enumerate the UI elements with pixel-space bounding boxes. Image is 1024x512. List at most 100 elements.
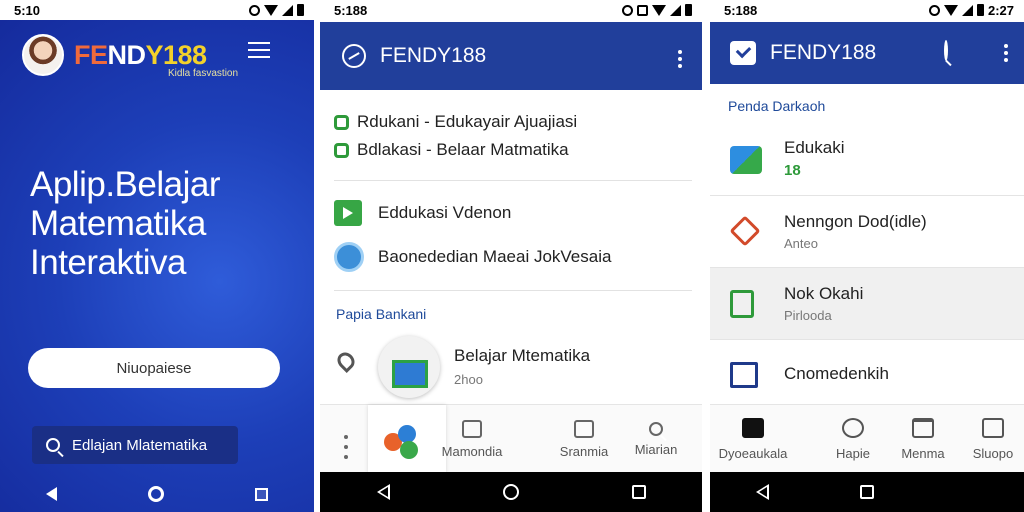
folder-icon — [982, 417, 1004, 438]
status-clock: 2:27 — [987, 2, 1014, 18]
phone-home-screen: 5:10 FENDY188 Kidla fasvastion Aplip.Bel… — [0, 0, 314, 512]
info-icon — [334, 242, 364, 272]
status-time: 5:188 — [724, 2, 758, 18]
tab-label: Miarian — [634, 441, 678, 457]
system-nav-bar — [710, 472, 1024, 512]
list-item-title: Edukaki — [784, 138, 845, 157]
recent-apps-icon[interactable] — [631, 485, 646, 499]
search-icon — [944, 40, 948, 61]
tab-sluopo[interactable]: Sluopo — [958, 405, 1024, 473]
search-button-label: Edlajan Mlatematika — [72, 436, 208, 454]
list-item-label: Rdukani - Edukayair Ajuajiasi — [357, 112, 578, 131]
hero-line-2: Matematika — [30, 204, 206, 243]
list-item-selected[interactable]: Nok Okahi Pirlooda — [710, 268, 1024, 340]
document-check-icon — [730, 290, 754, 318]
recent-apps-icon[interactable] — [255, 487, 269, 501]
app-bar: FENDY188 — [320, 22, 702, 90]
list-item-label: Bdlakasi - Belaar Matmatika — [357, 140, 569, 159]
list-item[interactable]: Baonededian Maeai JokVesaia — [334, 242, 692, 272]
alarm-icon — [622, 4, 633, 16]
status-bar: 5:188 2:27 — [710, 0, 1024, 20]
tab-sranmia[interactable]: Sranmia — [544, 405, 624, 473]
compass-icon — [342, 44, 366, 68]
search-button[interactable] — [944, 40, 948, 61]
hero-line-1: Aplip.Belajar — [30, 165, 221, 204]
list-item-title: Nenngon Dod(idle) — [784, 212, 927, 231]
alarm-icon — [928, 4, 940, 16]
status-bar: 5:10 — [0, 0, 314, 20]
system-nav-bar — [0, 476, 314, 512]
list-item[interactable]: Nenngon Dod(idle) Anteo — [710, 196, 1024, 268]
list-item-subtitle: Anteo — [784, 236, 818, 251]
screenshot-stage: 5:10 FENDY188 Kidla fasvastion Aplip.Bel… — [0, 0, 1024, 512]
tag-icon — [462, 419, 482, 438]
music-icon — [912, 417, 934, 438]
wifi-icon — [264, 4, 278, 16]
divider — [334, 180, 692, 181]
home-icon[interactable] — [147, 486, 164, 502]
back-icon[interactable] — [45, 487, 57, 501]
phone-menu-screen: 5:188 2:27 FENDY188 Penda Darkaoh Edukak… — [710, 0, 1024, 512]
back-icon[interactable] — [376, 484, 390, 500]
search-button[interactable]: Edlajan Mlatematika — [32, 426, 238, 464]
tab-label: Sluopo — [972, 445, 1014, 461]
tab-label: Mamondia — [441, 443, 503, 459]
globe-icon — [842, 417, 864, 438]
tab-label: Menma — [901, 445, 945, 461]
bottom-navigation: Dyoeaukala Hapie Menma Sluopo — [710, 404, 1024, 472]
more-options-icon[interactable] — [678, 50, 682, 68]
tab-miarian[interactable]: Miarian — [616, 405, 696, 473]
screenshot-icon — [637, 4, 648, 16]
list-item[interactable]: Eddukasi Vdenon — [334, 200, 692, 226]
list-item[interactable]: Rdukani - Edukayair Ajuajiasi — [334, 112, 692, 132]
battery-icon — [297, 4, 304, 16]
list-item-title[interactable]: Belajar Mtematika — [454, 346, 590, 366]
tab-label: Dyoeaukala — [718, 445, 788, 461]
brand-tagline: Kidla fasvastion — [168, 68, 239, 79]
tab-hapie[interactable]: Hapie — [818, 405, 888, 473]
back-icon[interactable] — [755, 484, 769, 500]
battery-icon — [685, 4, 692, 16]
battery-icon — [976, 4, 984, 16]
tab-label: Sranmia — [559, 443, 609, 459]
status-time: 5:10 — [14, 2, 41, 18]
logo-part3: Y188 — [145, 39, 208, 70]
tools-icon — [729, 215, 761, 247]
phone-list-screen: 5:188 FENDY188 Rdukani - Edukayair Ajuaj… — [320, 0, 702, 512]
divider — [334, 290, 692, 291]
avatar[interactable] — [22, 34, 64, 76]
list-item[interactable]: Cnomedenkih — [710, 340, 1024, 412]
app-bar: FENDY188 — [710, 22, 1024, 84]
list-item-label: Eddukasi Vdenon — [378, 203, 512, 222]
app-title: FENDY188 — [380, 44, 487, 67]
menu-icon[interactable] — [248, 42, 270, 58]
list-item[interactable]: Bdlakasi - Belaar Matmatika — [334, 140, 692, 160]
app-logo-icon — [384, 425, 424, 465]
more-options-icon[interactable] — [344, 435, 348, 459]
hero-title: Aplip.Belajar Matematika Interaktiva — [30, 165, 290, 282]
location-pin-icon — [333, 348, 359, 374]
list-item[interactable]: Edukaki 18 — [710, 124, 1024, 196]
checklist-icon — [730, 41, 756, 65]
section-header: Penda Darkaoh — [728, 98, 826, 114]
primary-button[interactable]: Niuopaiese — [28, 348, 280, 388]
education-icon — [730, 146, 762, 174]
list-item-title: Nok Okahi — [784, 284, 864, 303]
home-outline-icon — [574, 419, 594, 438]
list-item-label: Baonededian Maeai JokVesaia — [378, 247, 612, 266]
home-icon[interactable] — [859, 485, 874, 499]
list-item-subtitle: 18 — [784, 162, 801, 179]
grid-icon — [742, 417, 764, 438]
tab-dyoeaukala[interactable]: Dyoeaukala — [718, 405, 788, 473]
more-options-icon[interactable] — [1004, 44, 1008, 62]
shield-icon — [334, 114, 349, 130]
search-icon — [649, 421, 663, 436]
signal-icon — [961, 4, 973, 16]
wifi-icon — [652, 4, 666, 16]
wifi-icon — [943, 4, 958, 16]
home-icon[interactable] — [502, 484, 519, 500]
checkbox-icon — [730, 362, 758, 388]
video-icon — [334, 200, 362, 226]
tab-mamondia[interactable]: Mamondia — [432, 405, 512, 473]
tab-menma[interactable]: Menma — [888, 405, 958, 473]
